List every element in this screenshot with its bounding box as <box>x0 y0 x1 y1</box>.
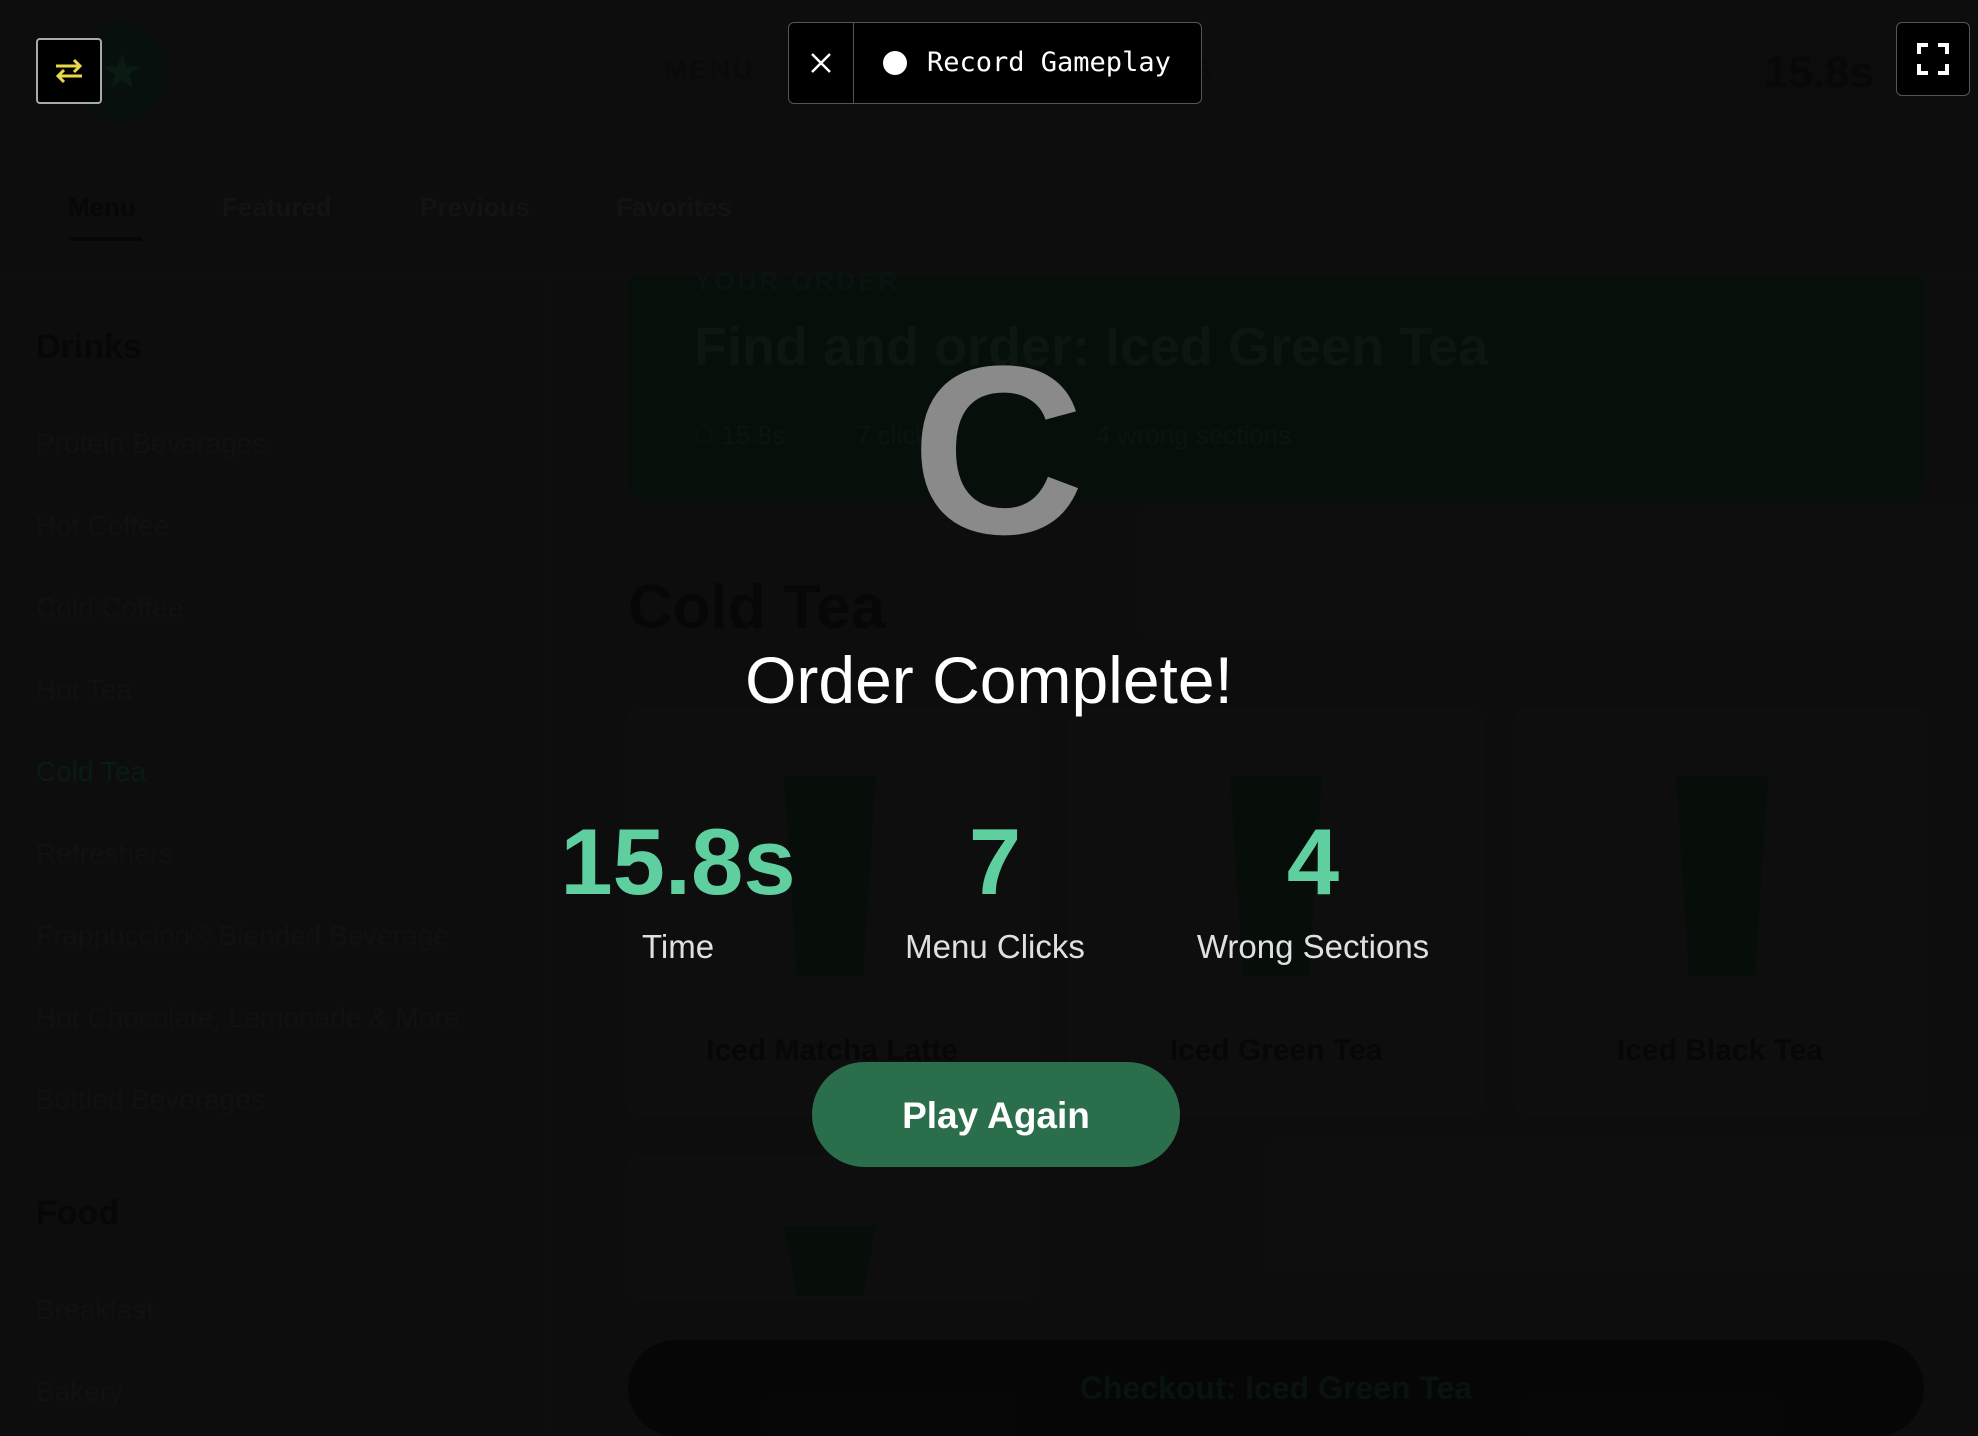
stat-time-value: 15.8s <box>560 809 796 914</box>
stat-wrong-value: 4 <box>1286 809 1340 914</box>
swap-arrows-icon <box>55 58 83 84</box>
record-gameplay-button[interactable]: Record Gameplay <box>927 47 1171 78</box>
results-overlay <box>0 0 1978 1436</box>
grade-letter: C <box>911 316 1085 584</box>
record-gameplay-bar: Record Gameplay <box>788 22 1202 104</box>
fullscreen-button[interactable] <box>1896 22 1970 96</box>
close-icon <box>811 53 831 73</box>
fullscreen-icon <box>1917 43 1949 75</box>
swap-button[interactable] <box>36 38 102 104</box>
result-title: Order Complete! <box>745 643 1233 717</box>
play-again-button[interactable]: Play Again <box>812 1062 1180 1167</box>
stat-clicks-label: Menu Clicks <box>905 928 1085 965</box>
close-recorder-button[interactable] <box>789 23 854 103</box>
stat-wrong-label: Wrong Sections <box>1196 928 1430 965</box>
record-dot-icon <box>883 51 907 75</box>
stat-time-label: Time <box>641 928 715 965</box>
stat-clicks-value: 7 <box>968 809 1022 914</box>
